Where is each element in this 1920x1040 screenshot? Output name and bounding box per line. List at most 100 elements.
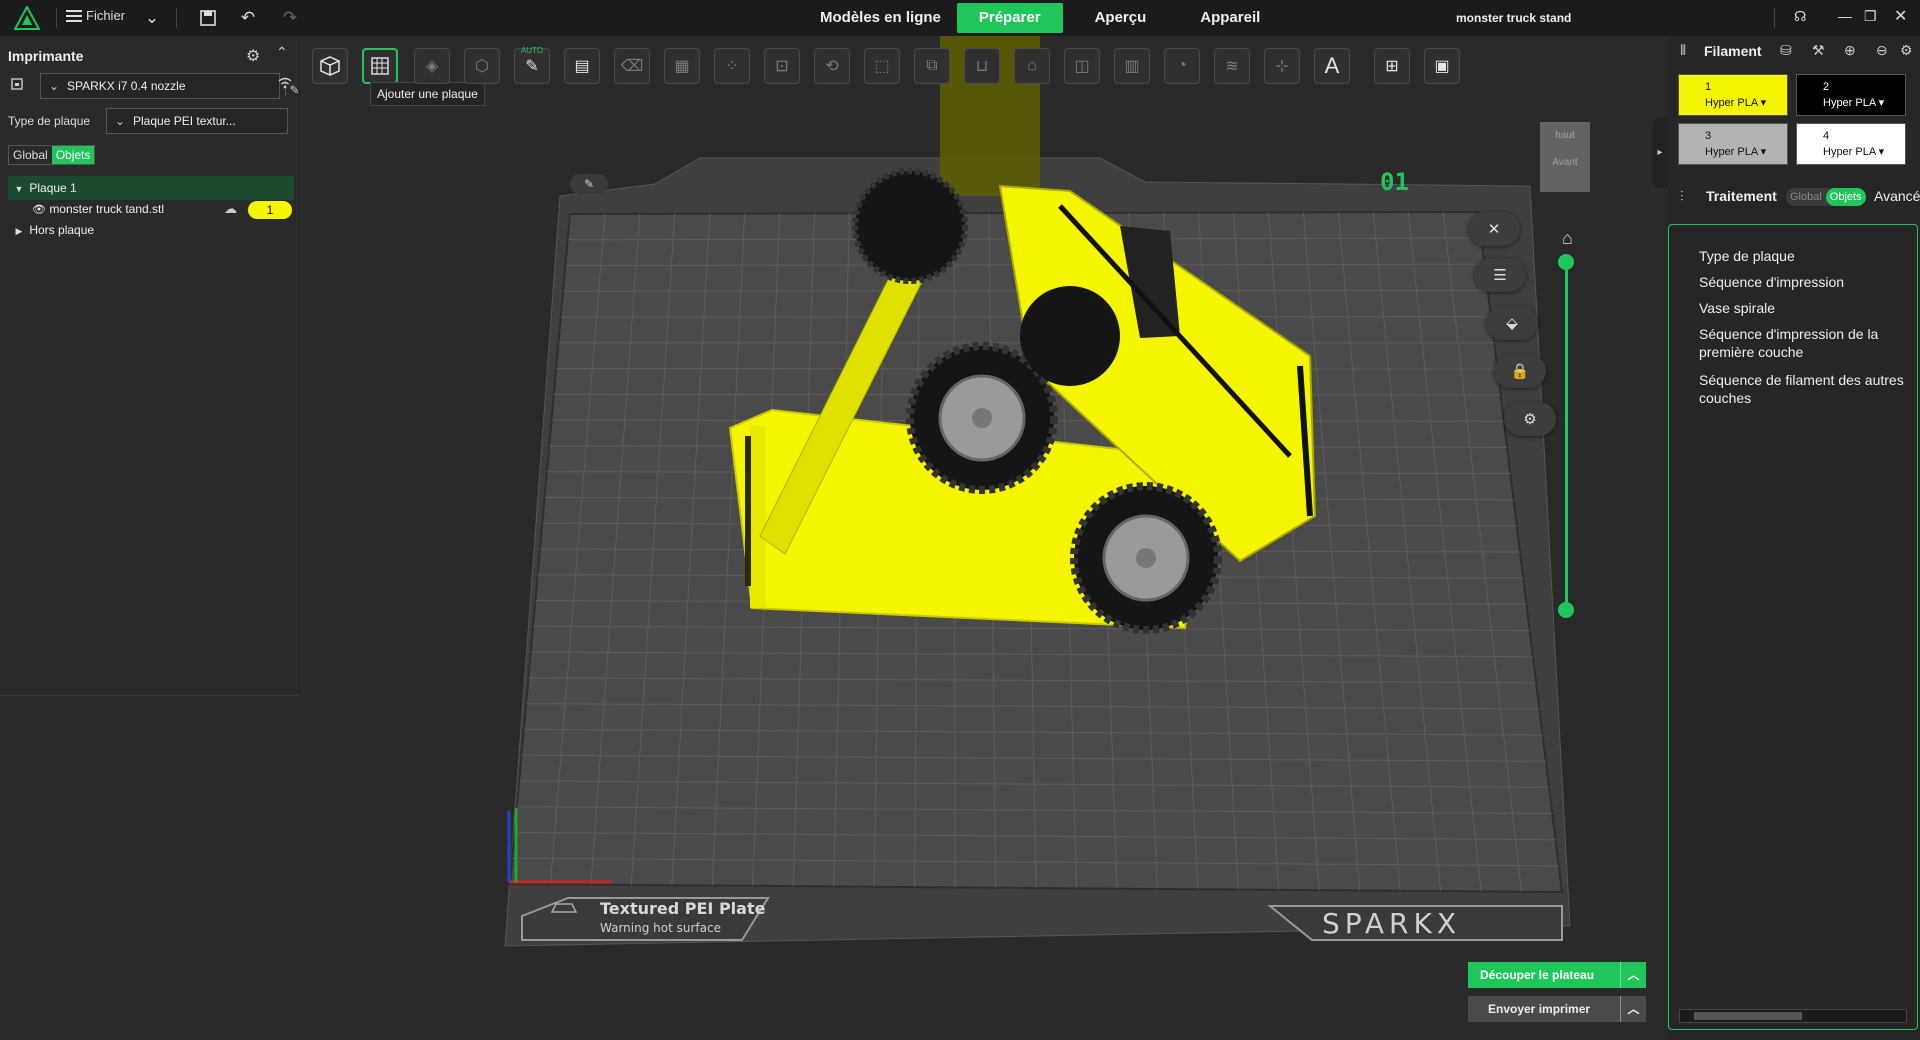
tree-row-outside[interactable]: ▶ Hors plaque [8, 218, 294, 242]
redo-icon[interactable]: ↷ [278, 6, 302, 30]
tab-objects[interactable]: Objets [51, 146, 95, 164]
headset-icon[interactable]: ☊ [1794, 8, 1806, 25]
outside-plate-label: Hors plaque [29, 223, 95, 237]
left-panel: Imprimante ⚙ ⌃ ⌄ SPARKX i7 0.4 nozzle ✎ … [0, 36, 300, 696]
chevron-up-icon[interactable]: ︿ [1620, 996, 1646, 1022]
layer-slider-top-handle[interactable] [1558, 254, 1574, 270]
remove-filament-icon[interactable]: ⊖ [1876, 42, 1888, 59]
measure-icon[interactable]: ⊹ [1264, 48, 1300, 84]
filament-slot-1[interactable]: 1 Hyper PLA ▾ [1678, 74, 1788, 116]
support-paint-icon[interactable]: ⌂ [1014, 48, 1050, 84]
split-objects-icon[interactable]: ▦ [664, 48, 700, 84]
slice-plate-button[interactable]: Découper le plateau ︿ [1468, 962, 1646, 988]
move-icon[interactable]: ⊡ [764, 48, 800, 84]
printer-icon [10, 77, 28, 95]
file-menu-button[interactable]: Fichier [66, 8, 125, 23]
save-icon[interactable] [196, 6, 220, 30]
sync-filament-icon[interactable]: ⛁ [1780, 42, 1792, 59]
mesh-boolean-icon[interactable]: ▥ [1114, 48, 1150, 84]
wifi-icon[interactable] [278, 77, 292, 92]
process-settings-list: Type de plaque Séquence d'impression Vas… [1668, 224, 1918, 1030]
plate-number: 01 [1380, 168, 1409, 196]
close-icon[interactable]: ✕ [1894, 6, 1907, 26]
filament-slot-3[interactable]: 3 Hyper PLA ▾ [1678, 123, 1788, 165]
view-cube[interactable]: haut Avant [1540, 122, 1590, 192]
filament-badge[interactable]: 1 [248, 201, 292, 219]
setting-other-layers-sequence[interactable]: Séquence de filament des autres couches [1699, 371, 1909, 407]
add-plate-button[interactable] [362, 48, 398, 84]
wrench-icon[interactable]: ⚒ [1812, 42, 1825, 59]
add-filament-icon[interactable]: ⊕ [1844, 42, 1856, 59]
filament-slot-2[interactable]: 2 Hyper PLA ▾ [1796, 74, 1906, 116]
color-paint-icon[interactable]: ◔ [1164, 48, 1200, 84]
view-cube-top: haut [1555, 130, 1575, 141]
advanced-toggle[interactable]: Avancé [1874, 188, 1920, 204]
3d-viewport[interactable]: Textured PEI Plate Warning hot surface S… [300, 36, 1668, 1040]
tab-process-global[interactable]: Global [1786, 188, 1826, 206]
split-parts-icon[interactable]: ⁘ [714, 48, 750, 84]
auto-orient-icon[interactable]: AUTO ✎ [514, 46, 550, 84]
arrange-icon[interactable]: ▤ [564, 48, 600, 84]
fuzzy-skin-icon[interactable]: ≋ [1214, 48, 1250, 84]
lock-plate-button[interactable]: 🔒 [1494, 354, 1546, 388]
assembly-view-icon[interactable]: ⊞ [1374, 48, 1410, 84]
tab-online-models[interactable]: Modèles en ligne [808, 3, 953, 33]
chevron-down-icon[interactable]: ⌄ [140, 6, 164, 30]
process-title: Traitement [1706, 188, 1777, 204]
plate-type-select[interactable]: ⌄ Plaque PEI textur... [106, 108, 288, 134]
layer-slider-bottom-handle[interactable] [1558, 602, 1574, 618]
plate-type-value: Plaque PEI textur... [133, 114, 236, 128]
printer-name: SPARKX i7 0.4 nozzle [67, 79, 186, 93]
main-nav-tabs: Modèles en ligne Préparer Aperçu Apparei… [808, 3, 1272, 33]
right-panel-toggle[interactable]: ▸ [1652, 118, 1668, 188]
model-info-icon[interactable]: ▣ [1424, 48, 1460, 84]
layer-slider-track[interactable] [1565, 262, 1568, 608]
arrange-plate-button[interactable]: ☰ [1474, 258, 1526, 292]
plate-type-label: Type de plaque [8, 114, 91, 128]
orient-icon[interactable]: ◈ [414, 48, 450, 84]
text-icon[interactable]: A [1314, 48, 1350, 84]
setting-print-sequence[interactable]: Séquence d'impression [1699, 273, 1909, 291]
plate-settings-button[interactable]: ⚙ [1504, 402, 1556, 436]
lay-flat-icon[interactable]: ⧉ [914, 48, 950, 84]
setting-first-layer-sequence[interactable]: Séquence d'impression de la première cou… [1699, 325, 1909, 361]
erase-icon[interactable]: ⌫ [614, 48, 650, 84]
home-icon[interactable]: ⌂ [1562, 228, 1573, 249]
remove-plate-button[interactable]: ✕ [1468, 212, 1520, 246]
send-print-button[interactable]: Envoyer imprimer ︿ [1468, 996, 1646, 1022]
auto-orient-plate-button[interactable]: ⬙ [1486, 306, 1538, 340]
lay-on-face-icon[interactable]: ⬡ [464, 48, 500, 84]
collapse-icon[interactable]: ⌃ [276, 44, 288, 61]
minimize-icon[interactable]: — [1838, 8, 1852, 24]
add-object-button[interactable] [312, 48, 348, 84]
scene-canvas: Textured PEI Plate Warning hot surface S… [504, 36, 1571, 947]
gear-icon[interactable]: ⚙ [1900, 42, 1913, 59]
setting-spiral-vase[interactable]: Vase spirale [1699, 299, 1909, 317]
gear-icon[interactable]: ⚙ [246, 46, 260, 66]
filament-name: Hyper PLA [1823, 146, 1876, 158]
chevron-up-icon[interactable]: ︿ [1620, 962, 1646, 988]
expand-arrow-icon[interactable]: ▶ [12, 219, 26, 243]
title-bar: Fichier ⌄ ↶ ↷ Modèles en ligne Préparer … [0, 0, 1920, 36]
horizontal-scrollbar[interactable] [1679, 1009, 1907, 1023]
scrollbar-thumb[interactable] [1694, 1012, 1802, 1020]
tab-preview[interactable]: Aperçu [1083, 3, 1159, 33]
printer-select[interactable]: ⌄ SPARKX i7 0.4 nozzle ✎ [40, 73, 300, 99]
eye-icon[interactable]: 👁 [32, 204, 46, 216]
rotate-icon[interactable]: ⟲ [814, 48, 850, 84]
restore-icon[interactable]: ❐ [1864, 8, 1877, 25]
scale-icon[interactable]: ⬚ [864, 48, 900, 84]
cut-icon[interactable]: ⊔ [964, 48, 1000, 84]
object-name: monster truck tand.stl [49, 202, 165, 216]
divider [1774, 8, 1775, 28]
tab-device[interactable]: Appareil [1188, 3, 1272, 33]
filament-slot-4[interactable]: 4 Hyper PLA ▾ [1796, 123, 1906, 165]
undo-icon[interactable]: ↶ [236, 6, 260, 30]
seam-paint-icon[interactable]: ◫ [1064, 48, 1100, 84]
filament-name: Hyper PLA [1705, 146, 1758, 158]
tab-global[interactable]: Global [9, 146, 52, 164]
plate-edit-icon[interactable]: ✎ [570, 174, 608, 194]
setting-plate-type[interactable]: Type de plaque [1699, 247, 1909, 265]
tab-prepare[interactable]: Préparer [956, 3, 1063, 33]
tab-process-objects[interactable]: Objets [1825, 188, 1866, 206]
